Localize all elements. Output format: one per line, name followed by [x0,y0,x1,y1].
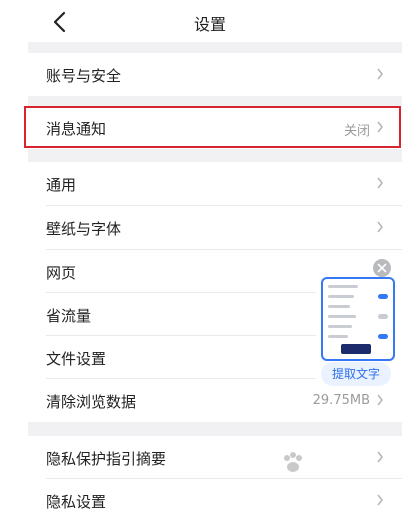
top-bar: 设置 [0,0,420,42]
highlight-box [24,106,401,148]
settings-item-label: 省流量 [46,307,92,325]
thumbnail-line [328,285,358,288]
section-gap [28,422,402,436]
section-gap [28,148,402,162]
screenshot-thumbnail[interactable] [321,277,395,361]
settings-item-wallpaper-font[interactable]: 壁纸与字体 [28,206,402,249]
thumbnail-line [328,295,354,298]
settings-item-label: 隐私保护指引摘要 [46,450,167,468]
thumbnail-line [328,335,348,338]
settings-item-label: 隐私设置 [46,493,107,511]
settings-item-value: 29.75MB [312,393,370,408]
settings-item-label: 壁纸与字体 [46,220,122,238]
paw-icon [284,452,302,472]
thumbnail-toggle [378,294,388,299]
settings-item-label: 网页 [46,264,77,282]
settings-item-account-security[interactable]: 账号与安全 [28,53,402,96]
chevron-right-icon [377,221,383,233]
watermark [282,448,402,478]
settings-item-general[interactable]: 通用 [28,162,402,205]
thumbnail-image [341,344,371,354]
chevron-right-icon [377,494,383,506]
floating-close-button[interactable] [373,259,391,277]
section-gap [28,96,402,106]
thumbnail-toggle [378,314,388,319]
chevron-right-icon [377,394,383,406]
settings-item-label: 通用 [46,176,77,194]
settings-item-privacy-settings[interactable]: 隐私设置 [28,479,402,522]
page-title: 设置 [193,15,226,34]
settings-item-label: 清除浏览数据 [46,393,137,411]
settings-item-label: 账号与安全 [46,67,122,85]
thumbnail-line [328,325,352,328]
thumbnail-line [328,315,356,318]
chevron-right-icon [377,177,383,189]
settings-item-label: 文件设置 [46,350,107,368]
thumbnail-line [328,305,350,308]
extract-text-button[interactable]: 提取文字 [321,362,391,386]
close-icon [377,263,387,273]
thumbnail-toggle [378,334,388,339]
chevron-right-icon [377,68,383,80]
